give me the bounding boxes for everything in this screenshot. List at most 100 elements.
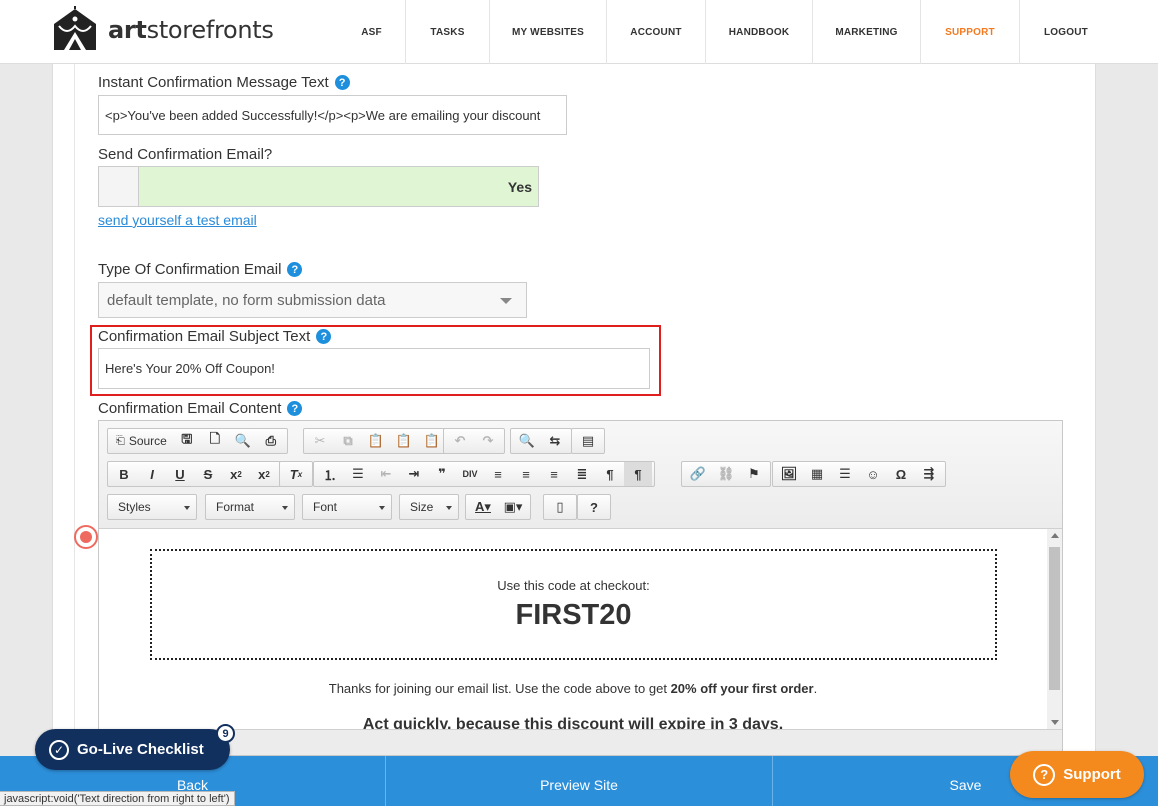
bulleted-list-icon[interactable]: ☰: [344, 462, 372, 486]
new-page-icon[interactable]: 🗋: [201, 429, 229, 453]
size-dropdown[interactable]: Size: [399, 494, 459, 520]
format-label: Format: [216, 500, 255, 514]
undo-icon[interactable]: ↶: [446, 429, 474, 453]
div-container-icon[interactable]: DIV: [456, 462, 484, 486]
cut-icon[interactable]: ✂: [306, 429, 334, 453]
numbered-list-icon[interactable]: ⒈: [316, 462, 344, 486]
nav-item-my-websites[interactable]: MY WEBSITES: [490, 0, 607, 64]
instant-message-value: <p>You've been added Successfully!</p><p…: [105, 107, 541, 123]
redo-icon[interactable]: ↷: [474, 429, 502, 453]
type-select[interactable]: default template, no form submission dat…: [98, 282, 527, 318]
nav-item-marketing[interactable]: MARKETING: [813, 0, 921, 64]
instant-message-input[interactable]: <p>You've been added Successfully!</p><p…: [98, 95, 567, 135]
preview-site-button[interactable]: Preview Site: [386, 756, 773, 806]
text-color-icon[interactable]: A▾: [468, 495, 498, 519]
browser-status-bar: javascript:void('Text direction from rig…: [0, 791, 235, 806]
superscript-icon[interactable]: x2: [250, 462, 278, 486]
nav-item-asf[interactable]: ASF: [338, 0, 406, 64]
type-select-value: default template, no form submission dat…: [107, 291, 386, 309]
subject-input[interactable]: Here's Your 20% Off Coupon!: [98, 348, 650, 389]
horizontal-line-icon[interactable]: ☰: [831, 462, 859, 486]
align-center-icon[interactable]: ≡: [512, 462, 540, 486]
source-icon: ⎗: [116, 434, 125, 447]
subscript-icon[interactable]: x2: [222, 462, 250, 486]
send-email-label: Send Confirmation Email?: [98, 146, 272, 163]
anchor-flag-icon[interactable]: ⚑: [740, 462, 768, 486]
justify-icon[interactable]: ≣: [568, 462, 596, 486]
nav-item-tasks[interactable]: TASKS: [406, 0, 490, 64]
preview-icon[interactable]: 🔍: [229, 429, 257, 453]
about-help-icon[interactable]: ?: [580, 495, 608, 519]
print-icon[interactable]: ⎙: [257, 429, 285, 453]
help-icon[interactable]: ?: [287, 401, 303, 416]
scrollbar-thumb[interactable]: [1049, 547, 1060, 690]
select-all-icon[interactable]: ▤: [574, 429, 602, 453]
table-icon[interactable]: ▦: [803, 462, 831, 486]
record-icon[interactable]: [74, 525, 98, 549]
nav-item-account[interactable]: ACCOUNT: [607, 0, 706, 64]
nav-item-handbook[interactable]: HANDBOOK: [706, 0, 813, 64]
blockquote-icon[interactable]: ❞: [428, 462, 456, 486]
align-right-icon[interactable]: ≡: [540, 462, 568, 486]
support-button[interactable]: ? Support: [1010, 751, 1144, 798]
outdent-icon[interactable]: ⇤: [372, 462, 400, 486]
paste-word-icon[interactable]: 📋: [418, 429, 446, 453]
right-gutter: [1110, 64, 1158, 756]
styles-dropdown[interactable]: Styles: [107, 494, 197, 520]
editor-content-area[interactable]: Use this code at checkout: FIRST20 Thank…: [99, 529, 1047, 729]
smiley-icon[interactable]: ☺: [859, 462, 887, 486]
replace-icon[interactable]: ⇆: [541, 429, 569, 453]
main-nav: ASF TASKS MY WEBSITES ACCOUNT HANDBOOK MARKET…: [338, 0, 1112, 64]
save-icon[interactable]: 🖫: [173, 429, 201, 453]
toolbar-group-about: ?: [577, 494, 611, 520]
brand-name: artstorefronts: [108, 16, 274, 44]
align-left-icon[interactable]: ≡: [484, 462, 512, 486]
strikethrough-icon[interactable]: S: [194, 462, 222, 486]
thanks-post: .: [813, 681, 818, 696]
toolbar-group-undo: ↶ ↷: [443, 428, 505, 454]
help-icon[interactable]: ?: [316, 329, 332, 344]
test-email-link[interactable]: send yourself a test email: [98, 212, 257, 228]
link-icon[interactable]: 🔗: [684, 462, 712, 486]
help-icon[interactable]: ?: [334, 75, 350, 90]
text-direction-ltr-icon[interactable]: ¶: [596, 462, 624, 486]
send-email-toggle[interactable]: Yes: [98, 166, 539, 207]
nav-item-support[interactable]: SUPPORT: [921, 0, 1020, 64]
nav-item-logout[interactable]: LOGOUT: [1020, 0, 1112, 64]
support-label: Support: [1063, 766, 1121, 783]
copy-icon[interactable]: ⧉: [334, 429, 362, 453]
coupon-code: FIRST20: [515, 599, 632, 631]
go-live-checklist-button[interactable]: ✓ Go-Live Checklist: [35, 729, 230, 770]
chevron-down-icon: [446, 506, 452, 510]
scroll-down-icon[interactable]: [1051, 720, 1059, 725]
image-icon[interactable]: 🖼: [775, 462, 803, 486]
toggle-knob[interactable]: [99, 167, 139, 206]
format-dropdown[interactable]: Format: [205, 494, 295, 520]
editor-scrollbar[interactable]: [1047, 529, 1062, 729]
font-dropdown[interactable]: Font: [302, 494, 392, 520]
underline-icon[interactable]: U: [166, 462, 194, 486]
paste-text-icon[interactable]: 📋: [390, 429, 418, 453]
help-icon[interactable]: ?: [287, 262, 303, 277]
remove-format-icon[interactable]: Tx: [282, 462, 310, 486]
background-color-icon[interactable]: ▣▾: [498, 495, 528, 519]
indent-icon[interactable]: ⇥: [400, 462, 428, 486]
bold-icon[interactable]: B: [110, 462, 138, 486]
italic-icon[interactable]: I: [138, 462, 166, 486]
styles-label: Styles: [118, 500, 151, 514]
show-blocks-icon[interactable]: ▯: [546, 495, 574, 519]
coupon-intro-text: Use this code at checkout:: [497, 578, 650, 593]
page-break-icon[interactable]: ⇶: [915, 462, 943, 486]
unlink-icon[interactable]: ⛓: [712, 462, 740, 486]
special-char-icon[interactable]: Ω: [887, 462, 915, 486]
subject-label-text: Confirmation Email Subject Text: [98, 328, 311, 345]
find-icon[interactable]: 🔍: [513, 429, 541, 453]
scroll-up-icon[interactable]: [1051, 533, 1059, 538]
text-direction-rtl-icon[interactable]: ¶: [624, 462, 652, 486]
brand-logo[interactable]: artstorefronts: [50, 6, 274, 54]
editor-toolbar: ⎗Source 🖫 🗋 🔍 ⎙ ✂ ⧉ 📋 📋 📋 ↶ ↷ 🔍 ⇆ ▤ B I: [99, 421, 1062, 529]
subject-label: Confirmation Email Subject Text ?: [98, 328, 332, 345]
content-label-text: Confirmation Email Content: [98, 400, 282, 417]
source-button[interactable]: ⎗ Source: [110, 429, 173, 453]
paste-icon[interactable]: 📋: [362, 429, 390, 453]
